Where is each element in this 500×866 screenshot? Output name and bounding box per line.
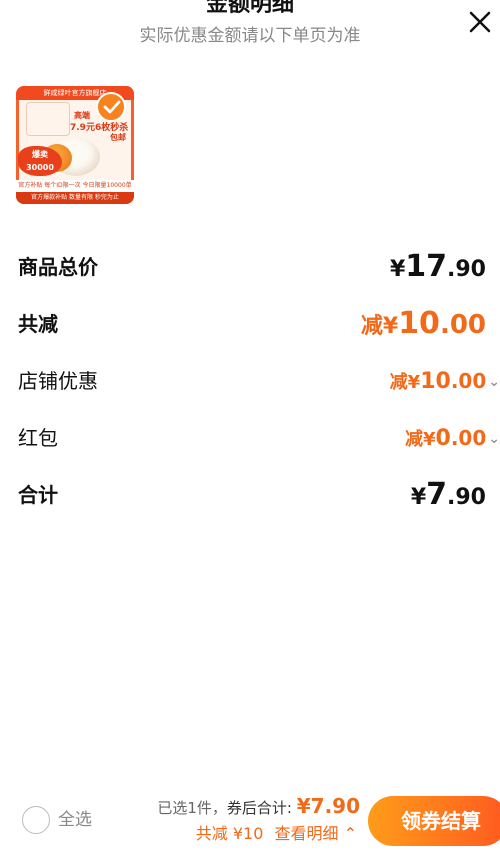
red-packet-value: 减¥0.00 ⌄: [405, 418, 500, 460]
sales-burst-badge: 爆卖 30000: [18, 146, 62, 176]
shop-prefix: 减¥: [389, 372, 421, 393]
sum-label: 合计: [18, 483, 58, 507]
currency-symbol: ¥: [389, 257, 406, 282]
red-packet-label: 红包: [18, 426, 58, 450]
view-detail-link[interactable]: 共减 ¥10 查看明细 ⌃: [196, 822, 357, 846]
after-coupon-label: 券后合计:: [226, 799, 297, 817]
chevron-up-icon: ⌃: [343, 824, 357, 843]
reduce-int: 10: [398, 306, 440, 341]
chevron-down-icon: ⌄: [488, 374, 500, 390]
total-price-dec: .90: [447, 257, 486, 282]
red-packet-row[interactable]: 红包 减¥0.00 ⌄: [18, 418, 500, 458]
total-price-row: 商品总价 ¥17.90: [18, 247, 488, 287]
page-title: 金额明细: [205, 0, 294, 17]
sum-value: ¥7.90: [411, 475, 486, 519]
check-icon[interactable]: [96, 92, 126, 122]
checkout-button[interactable]: 领券结算: [368, 796, 500, 846]
shop-discount-label: 店铺优惠: [18, 369, 98, 393]
shop-dec: .00: [450, 369, 487, 393]
select-all-radio[interactable]: [22, 806, 50, 834]
sum-row: 合计 ¥7.90: [18, 475, 488, 515]
product-stripe: 官方补贴 每个ID限一次 今日限量10000单: [16, 180, 134, 192]
total-reduce-label: 共减: [18, 312, 58, 336]
reduce-dec: .00: [439, 310, 486, 340]
close-icon[interactable]: [464, 6, 496, 38]
shop-int: 10: [420, 369, 451, 394]
sum-dec: .90: [447, 485, 486, 510]
after-coupon-amount: ¥7.90: [296, 794, 360, 818]
page-subtitle: 实际优惠金额请以下单页为准: [139, 26, 361, 46]
redpacket-dec: .00: [450, 426, 487, 450]
badge-shape: [26, 102, 70, 136]
view-detail-label: 查看明细: [274, 824, 339, 843]
product-promo-3: 包邮: [110, 133, 126, 142]
burst-line-2: 30000: [26, 163, 54, 172]
total-price-label: 商品总价: [18, 255, 98, 279]
checkout-bar: 全选 已选1件，券后合计: ¥7.90 共减 ¥10 查看明细 ⌃ 领券结算: [0, 776, 500, 866]
burst-line-1: 爆卖: [32, 150, 48, 159]
total-price-value: ¥17.90: [390, 247, 486, 291]
select-all-label[interactable]: 全选: [58, 808, 92, 832]
product-banner-bottom: 官方爆款补贴 数量有限 秒完为止: [16, 192, 134, 204]
total-reduce-row: 共减 减¥10.00: [18, 304, 488, 344]
sum-currency: ¥: [410, 485, 427, 510]
selected-count: 已选1件，: [157, 799, 227, 817]
reduce-prefix: 减¥: [360, 314, 399, 339]
sheet-header: 金额明细 实际优惠金额请以下单页为准: [0, 0, 500, 48]
after-coupon-summary: 已选1件，券后合计: ¥7.90: [157, 794, 360, 820]
total-price-int: 17: [405, 249, 448, 284]
redpacket-prefix: 减¥: [404, 429, 436, 450]
sum-int: 7: [426, 477, 448, 512]
shop-discount-row[interactable]: 店铺优惠 减¥10.00 ⌄: [18, 361, 500, 401]
chevron-down-icon: ⌄: [488, 431, 500, 447]
total-reduce-value: 减¥10.00: [361, 304, 486, 348]
reduce-summary: 共减 ¥10: [195, 824, 264, 843]
redpacket-int: 0: [435, 426, 451, 451]
shop-discount-value: 减¥10.00 ⌄: [390, 361, 500, 403]
